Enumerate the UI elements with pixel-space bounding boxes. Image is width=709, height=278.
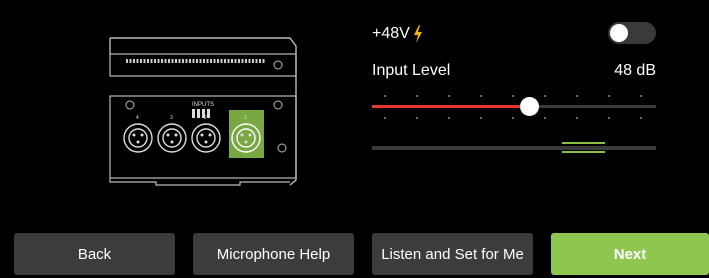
level-meter-peak: [562, 151, 605, 153]
inputs-label: INPUTS: [192, 102, 214, 108]
lightning-bolt-icon: [413, 25, 422, 43]
level-meter: [372, 142, 656, 153]
slider-tick: [384, 117, 386, 119]
channel-number: 4: [136, 115, 139, 121]
slider-tick: [608, 117, 610, 119]
slider-tick: [544, 95, 546, 97]
input-level-slider[interactable]: [372, 92, 656, 122]
phantom-power-label: +48V: [372, 25, 410, 42]
slider-tick: [480, 95, 482, 97]
toggle-knob: [610, 24, 628, 42]
slider-tick: [384, 95, 386, 97]
slider-tick: [576, 117, 578, 119]
microphone-help-button[interactable]: Microphone Help: [193, 233, 354, 275]
slider-tick: [640, 95, 642, 97]
device-illustration: INPUTS 4 3 2 1: [109, 37, 297, 186]
channel-number: 1: [244, 115, 247, 121]
slider-thumb[interactable]: [520, 97, 539, 116]
back-button[interactable]: Back: [14, 233, 175, 275]
next-button[interactable]: Next: [551, 233, 709, 275]
level-meter-peak: [562, 142, 605, 144]
channel-number: 3: [170, 115, 173, 121]
slider-tick: [640, 117, 642, 119]
channel-number: 2: [204, 115, 207, 121]
listen-and-set-button[interactable]: Listen and Set for Me: [372, 233, 533, 275]
slider-tick: [480, 117, 482, 119]
slider-tick: [576, 95, 578, 97]
input-level-label: Input Level: [372, 62, 451, 79]
phantom-power-toggle[interactable]: [608, 22, 656, 44]
input-level-value: 48 dB: [614, 62, 656, 79]
slider-fill: [372, 105, 530, 108]
slider-tick: [448, 117, 450, 119]
slider-tick: [512, 95, 514, 97]
phantom-power-row: +48V: [372, 25, 423, 43]
slider-tick: [608, 95, 610, 97]
slider-tick: [416, 95, 418, 97]
slider-tick: [512, 117, 514, 119]
slider-tick: [416, 117, 418, 119]
slider-tick: [448, 95, 450, 97]
slider-tick: [544, 117, 546, 119]
